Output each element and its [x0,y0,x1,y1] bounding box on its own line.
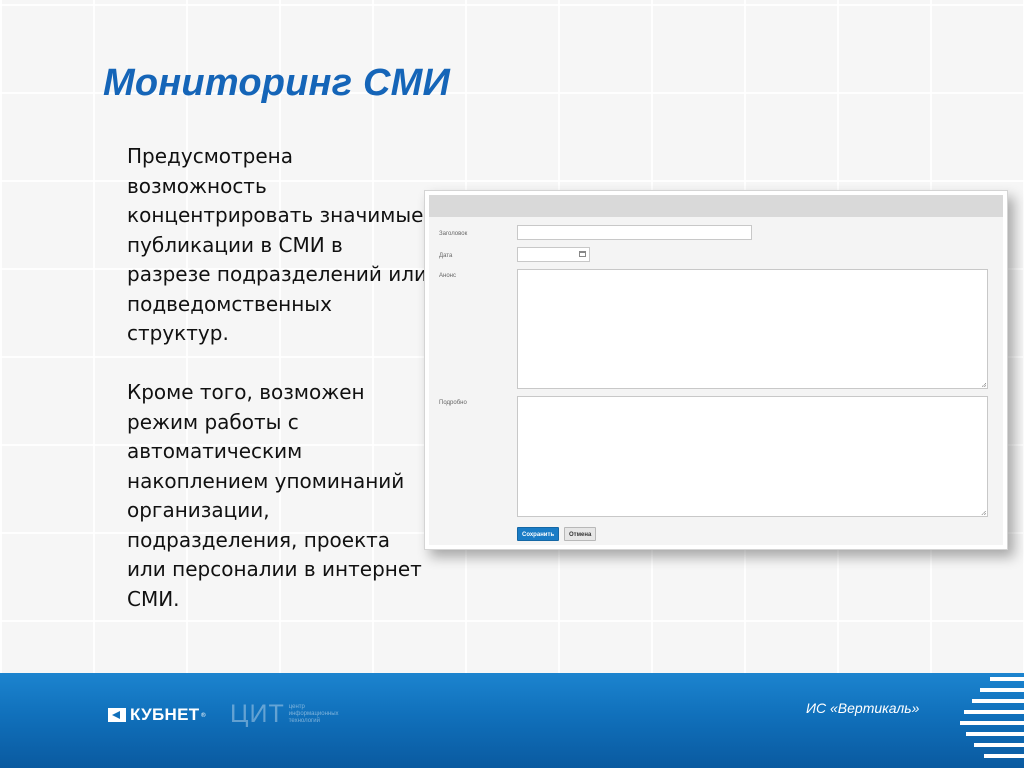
kubnet-mark-icon [108,708,126,722]
calendar-icon[interactable] [579,251,586,257]
product-name: ИС «Вертикаль» [806,700,920,716]
slide-body: Предусмотрена возможность концентрироват… [127,142,432,614]
save-button[interactable]: Сохранить [517,527,560,541]
announce-label: Анонс [439,273,456,279]
details-label: Подробно [439,400,467,406]
registered-mark: ® [200,711,207,719]
slide-title: Мониторинг СМИ [103,62,450,104]
title-field[interactable] [517,225,752,240]
kubnet-logo: КУБНЕТ ® [108,705,207,724]
announce-textarea[interactable] [517,269,988,389]
date-field[interactable] [517,247,590,262]
details-textarea[interactable] [517,396,988,517]
kubnet-logo-text: КУБНЕТ [130,705,200,724]
decorative-stripes-icon [960,675,1024,768]
date-label: Дата [439,253,453,259]
news-form: Заголовок Дата Анонс Подробно Сохранить … [429,195,1003,545]
resize-grip-icon[interactable] [981,382,986,387]
resize-grip-icon[interactable] [981,510,986,515]
footer-band: КУБНЕТ ® ЦИТ центр информационных технол… [0,673,1024,768]
form-screenshot: Заголовок Дата Анонс Подробно Сохранить … [424,190,1008,550]
form-header-bar [429,195,1003,217]
title-label: Заголовок [439,231,468,237]
cancel-button[interactable]: Отмена [564,527,597,541]
cit-logo-text: центр информационных технологий [288,704,339,724]
cit-logo: ЦИТ центр информационных технологий [230,700,351,729]
paragraph-auto: Кроме того, возможен режим работы с авто… [127,380,422,611]
cit-logo-mark: ЦИТ [230,700,285,728]
paragraph-intro: Предусмотрена возможность концентрироват… [127,144,428,345]
